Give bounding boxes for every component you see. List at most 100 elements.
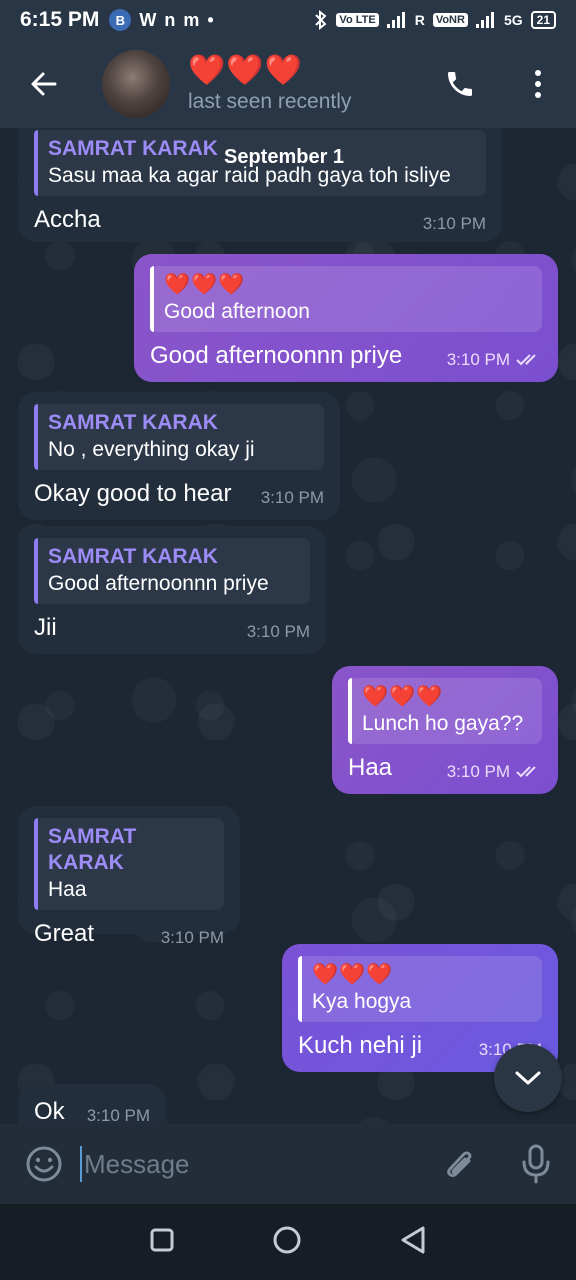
message-line: Haa 3:10 PM: [348, 750, 542, 786]
message-text: Kuch nehi ji: [298, 1032, 423, 1059]
recent-apps-button[interactable]: [149, 1227, 175, 1258]
message-text: Great: [34, 920, 95, 947]
emoji-icon: [26, 1146, 62, 1182]
message-line: Ok 3:10 PM: [34, 1094, 150, 1124]
message-time: 3:10 PM: [147, 928, 224, 952]
message-time: 3:10 PM: [433, 762, 542, 786]
circle-icon: [273, 1226, 301, 1253]
arrow-left-icon: [31, 72, 57, 96]
triangle-back-icon: [401, 1226, 425, 1253]
reply-preview[interactable]: ❤️❤️❤️ Kya hogya: [298, 956, 542, 1022]
message-bubble-incoming[interactable]: SAMRAT KARAK Haa Great 3:10 PM: [18, 806, 240, 947]
reply-text: Lunch ho gaya??: [362, 712, 524, 735]
reply-text: No , everything okay ji: [48, 438, 255, 461]
voice-message-button[interactable]: [512, 1140, 560, 1188]
system-navigation-bar: [0, 1204, 576, 1280]
chevron-down-icon: [515, 1071, 541, 1085]
chat-header: ❤️❤️❤️ last seen recently: [0, 40, 576, 128]
message-line: Good afternoonnn priye 3:10 PM: [150, 338, 542, 374]
emoji-button[interactable]: [20, 1140, 68, 1188]
volte-badge: Vo LTE: [336, 13, 379, 27]
signal-icon: [475, 12, 494, 28]
app-notification-icon: n: [164, 9, 176, 30]
status-left-icons: B W n m •: [109, 9, 214, 31]
message-text: Ok: [34, 1098, 65, 1124]
status-right-icons: Vo LTE R VoNR 5G 21: [314, 10, 556, 30]
timestamp: 3:10 PM: [86, 1106, 150, 1124]
timestamp: 3:10 PM: [446, 762, 510, 781]
message-time: 3:10 PM: [247, 488, 324, 512]
reply-preview[interactable]: SAMRAT KARAK Good afternoonnn priye: [34, 538, 310, 604]
back-nav-button[interactable]: [399, 1225, 427, 1260]
message-time: 3:10 PM: [73, 1106, 150, 1124]
message-text: Jii: [34, 614, 57, 641]
reply-sender: SAMRAT KARAK: [48, 545, 218, 568]
square-icon: [150, 1228, 174, 1251]
message-time: 3:10 PM: [433, 350, 542, 374]
more-notifications-dot: •: [207, 9, 214, 30]
message-line: Great 3:10 PM: [34, 916, 224, 952]
back-button[interactable]: [0, 40, 88, 128]
bluetooth-icon: [315, 10, 327, 30]
message-bubble-incoming[interactable]: SAMRAT KARAK Good afternoonnn priye Jii …: [18, 526, 326, 654]
message-text: Accha: [34, 206, 101, 233]
more-vertical-icon: [535, 70, 541, 98]
reply-text: Kya hogya: [312, 990, 412, 1013]
reply-sender: SAMRAT KARAK: [48, 825, 137, 874]
reply-sender: ❤️❤️❤️: [164, 273, 246, 296]
timestamp: 3:10 PM: [260, 488, 324, 507]
timestamp: 3:10 PM: [246, 622, 310, 641]
reply-preview[interactable]: ❤️❤️❤️ Good afternoon: [150, 266, 542, 332]
double-check-icon: [516, 354, 536, 366]
scroll-down-button[interactable]: [494, 1044, 562, 1112]
message-text: Haa: [348, 754, 393, 781]
app-notification-icon: B: [109, 9, 132, 31]
message-input[interactable]: Message: [80, 1146, 190, 1182]
signal-icon: [386, 12, 405, 28]
message-list[interactable]: SAMRAT KARAK Sasu maa ka agar raid padh …: [0, 128, 576, 1124]
message-bubble-incoming[interactable]: SAMRAT KARAK No , everything okay ji Oka…: [18, 392, 340, 520]
reply-sender: SAMRAT KARAK: [48, 411, 218, 434]
reply-text: Good afternoon: [164, 300, 310, 323]
chat-title-block[interactable]: ❤️❤️❤️ last seen recently: [188, 54, 351, 114]
app-notification-icon: W: [139, 9, 157, 30]
chat-title: ❤️❤️❤️: [188, 54, 304, 87]
last-seen-status: last seen recently: [188, 90, 352, 113]
double-check-icon: [516, 766, 536, 778]
paperclip-icon: [447, 1151, 472, 1177]
attach-button[interactable]: [436, 1140, 484, 1188]
microphone-icon: [522, 1144, 550, 1184]
avatar[interactable]: [102, 50, 170, 118]
reply-preview[interactable]: SAMRAT KARAK Haa: [34, 818, 224, 910]
message-line: Accha 3:10 PM: [34, 202, 486, 238]
timestamp: 3:10 PM: [160, 928, 224, 947]
message-composer: Message: [0, 1124, 576, 1204]
message-time: 3:10 PM: [409, 214, 486, 238]
timestamp: 3:10 PM: [446, 350, 510, 369]
message-bubble-outgoing[interactable]: ❤️❤️❤️ Good afternoon Good afternoonnn p…: [134, 254, 558, 382]
reply-preview[interactable]: SAMRAT KARAK No , everything okay ji: [34, 404, 324, 470]
status-time: 6:15 PM: [20, 8, 100, 31]
call-button[interactable]: [430, 40, 490, 128]
vonr-badge: VoNR: [432, 13, 468, 27]
reply-sender: ❤️❤️❤️: [312, 963, 394, 986]
reply-text: Good afternoonnn priye: [48, 572, 269, 595]
message-bubble-incoming[interactable]: Ok 3:10 PM: [18, 1084, 166, 1124]
message-line: Jii 3:10 PM: [34, 610, 310, 646]
home-button[interactable]: [272, 1225, 302, 1260]
date-separator: September 1: [224, 146, 345, 168]
more-options-button[interactable]: [508, 40, 568, 128]
battery-icon: 21: [530, 11, 556, 29]
message-text: Good afternoonnn priye: [150, 342, 403, 369]
message-line: Okay good to hear 3:10 PM: [34, 476, 324, 512]
app-notification-icon: m: [183, 9, 200, 30]
timestamp: 3:10 PM: [422, 214, 486, 233]
message-text: Okay good to hear: [34, 480, 232, 507]
reply-sender: ❤️❤️❤️: [362, 685, 444, 708]
status-bar: 6:15 PM B W n m • Vo LTE R VoNR 5G 21: [0, 0, 576, 40]
reply-preview[interactable]: ❤️❤️❤️ Lunch ho gaya??: [348, 678, 542, 744]
network-type: 5G: [503, 12, 523, 28]
message-time: 3:10 PM: [233, 622, 310, 646]
reply-text: Haa: [48, 878, 87, 901]
message-bubble-outgoing[interactable]: ❤️❤️❤️ Lunch ho gaya?? Haa 3:10 PM: [332, 666, 558, 794]
